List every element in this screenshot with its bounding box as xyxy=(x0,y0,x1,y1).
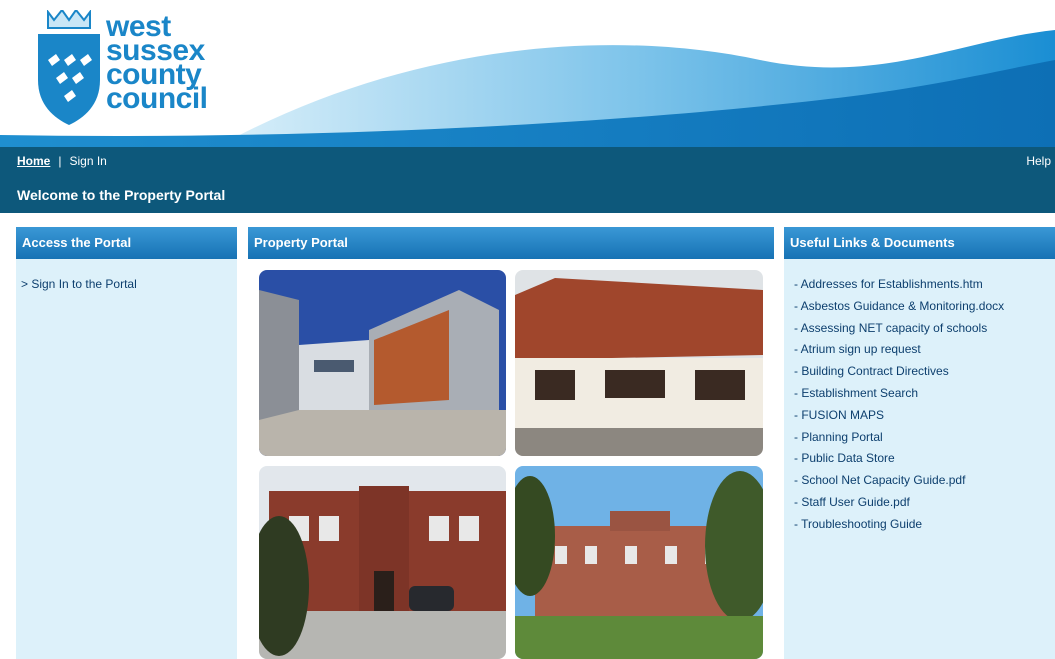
access-portal-panel xyxy=(16,259,237,659)
list-item[interactable]: - School Net Capacity Guide.pdf xyxy=(794,470,1004,492)
home-link[interactable]: Home xyxy=(17,154,50,168)
building-photo-3 xyxy=(259,466,506,659)
sign-in-link[interactable]: Sign In xyxy=(69,154,106,168)
page-title: Welcome to the Property Portal xyxy=(17,187,226,203)
building-photo-1 xyxy=(259,270,506,456)
logo[interactable]: west sussex county council xyxy=(34,10,244,140)
list-item[interactable]: - Planning Portal xyxy=(794,427,1004,449)
access-portal-header: Access the Portal xyxy=(16,227,237,259)
building-photo-4 xyxy=(515,466,763,659)
list-item[interactable]: - FUSION MAPS xyxy=(794,405,1004,427)
property-portal-header: Property Portal xyxy=(248,227,774,259)
useful-links-list: - Addresses for Establishments.htm - Asb… xyxy=(794,274,1004,536)
crest-icon xyxy=(38,10,100,125)
sign-in-portal-link[interactable]: > Sign In to the Portal xyxy=(21,277,137,291)
list-item[interactable]: - Public Data Store xyxy=(794,448,1004,470)
list-item[interactable]: - Assessing NET capacity of schools xyxy=(794,318,1004,340)
list-item[interactable]: - Establishment Search xyxy=(794,383,1004,405)
nav-separator: | xyxy=(58,154,62,168)
list-item[interactable]: - Troubleshooting Guide xyxy=(794,514,1004,536)
building-photo-2 xyxy=(515,270,763,456)
logo-line-4: council xyxy=(106,82,208,115)
nav-links: Home | Sign In xyxy=(17,154,107,168)
list-item[interactable]: - Staff User Guide.pdf xyxy=(794,492,1004,514)
list-item[interactable]: - Addresses for Establishments.htm xyxy=(794,274,1004,296)
useful-links-header: Useful Links & Documents xyxy=(784,227,1055,259)
help-link[interactable]: Help xyxy=(1026,154,1051,168)
list-item[interactable]: - Building Contract Directives xyxy=(794,361,1004,383)
list-item[interactable]: - Asbestos Guidance & Monitoring.docx xyxy=(794,296,1004,318)
list-item[interactable]: - Atrium sign up request xyxy=(794,339,1004,361)
nav-bar: Home | Sign In Help Welcome to the Propert… xyxy=(0,147,1055,213)
header-banner: west sussex county council xyxy=(0,0,1055,147)
logo-text: west sussex county council xyxy=(106,12,208,115)
